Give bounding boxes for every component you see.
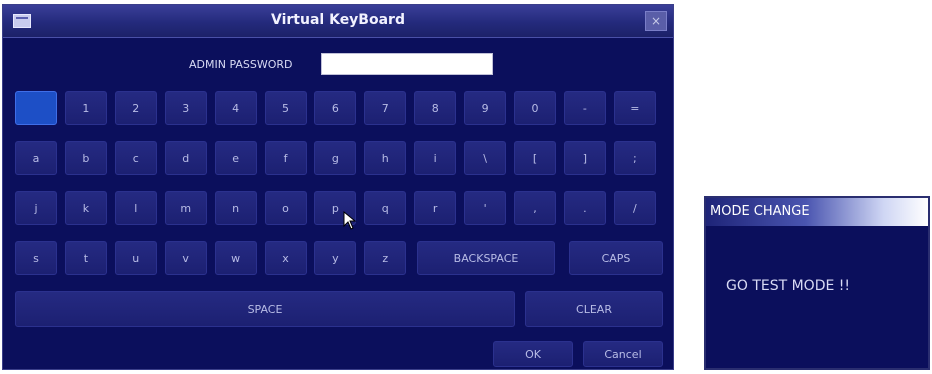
key-char[interactable]: 0 [514, 91, 556, 125]
mouse-cursor-icon [343, 211, 357, 230]
key-char[interactable]: 3 [164, 91, 207, 125]
keyboard-titlebar[interactable]: Virtual KeyBoard × [3, 5, 673, 38]
key-char[interactable]: h [364, 141, 407, 175]
key-char[interactable]: 9 [464, 91, 507, 125]
key-char[interactable]: j [15, 191, 57, 225]
key-char[interactable]: 8 [414, 91, 457, 125]
key-char[interactable]: n [214, 191, 257, 225]
key-char[interactable]: x [264, 241, 307, 275]
key-char[interactable]: / [613, 191, 656, 225]
key-char[interactable]: , [514, 191, 556, 225]
key-char[interactable]: z [364, 241, 407, 275]
key-char[interactable]: e [214, 141, 257, 175]
key-char[interactable]: - [563, 91, 606, 125]
key-char[interactable]: 5 [264, 91, 307, 125]
key-char[interactable]: ; [613, 141, 656, 175]
key-char[interactable]: q [364, 191, 407, 225]
key-char[interactable]: [ [514, 141, 556, 175]
key-char[interactable]: i [414, 141, 457, 175]
key-char[interactable]: t [64, 241, 107, 275]
key-char[interactable]: ' [464, 191, 507, 225]
key-char[interactable]: k [64, 191, 107, 225]
close-icon[interactable]: × [645, 11, 667, 31]
mode-change-dialog: MODE CHANGE GO TEST MODE !! [704, 196, 930, 370]
key-char[interactable]: 2 [114, 91, 157, 125]
mode-change-titlebar[interactable]: MODE CHANGE [706, 198, 928, 226]
key-char[interactable]: c [114, 141, 157, 175]
key-char[interactable]: f [264, 141, 307, 175]
virtual-keyboard-window: Virtual KeyBoard × ADMIN PASSWORD 123456… [2, 4, 674, 370]
mode-change-message: GO TEST MODE !! [726, 278, 851, 294]
key-blank[interactable] [15, 91, 57, 125]
key-char[interactable]: l [114, 191, 157, 225]
keyboard-title: Virtual KeyBoard [271, 12, 405, 28]
key-char[interactable]: m [164, 191, 207, 225]
key-char[interactable]: y [314, 241, 357, 275]
key-char[interactable]: s [15, 241, 57, 275]
admin-password-input[interactable] [321, 53, 493, 75]
clear-key[interactable]: CLEAR [525, 291, 663, 327]
ok-button[interactable]: OK [493, 341, 573, 367]
key-char[interactable]: o [264, 191, 307, 225]
key-char[interactable]: . [563, 191, 606, 225]
key-char[interactable]: 7 [364, 91, 407, 125]
key-char[interactable]: g [314, 141, 357, 175]
backspace-key[interactable]: BACKSPACE [417, 241, 555, 275]
key-char[interactable]: \ [464, 141, 507, 175]
key-char[interactable]: r [414, 191, 457, 225]
key-char[interactable]: u [114, 241, 157, 275]
caps-key[interactable]: CAPS [569, 241, 663, 275]
space-key[interactable]: SPACE [15, 291, 515, 327]
key-char[interactable]: b [64, 141, 107, 175]
mode-change-title: MODE CHANGE [710, 204, 810, 219]
admin-password-label: ADMIN PASSWORD [189, 58, 293, 71]
key-char[interactable]: 4 [214, 91, 257, 125]
key-char[interactable]: v [164, 241, 207, 275]
key-char[interactable]: 1 [64, 91, 107, 125]
cancel-button[interactable]: Cancel [583, 341, 663, 367]
key-char[interactable]: a [15, 141, 57, 175]
key-char[interactable]: = [613, 91, 656, 125]
key-char[interactable]: ] [563, 141, 606, 175]
key-char[interactable]: w [214, 241, 257, 275]
key-char[interactable]: d [164, 141, 207, 175]
key-char[interactable]: 6 [314, 91, 357, 125]
